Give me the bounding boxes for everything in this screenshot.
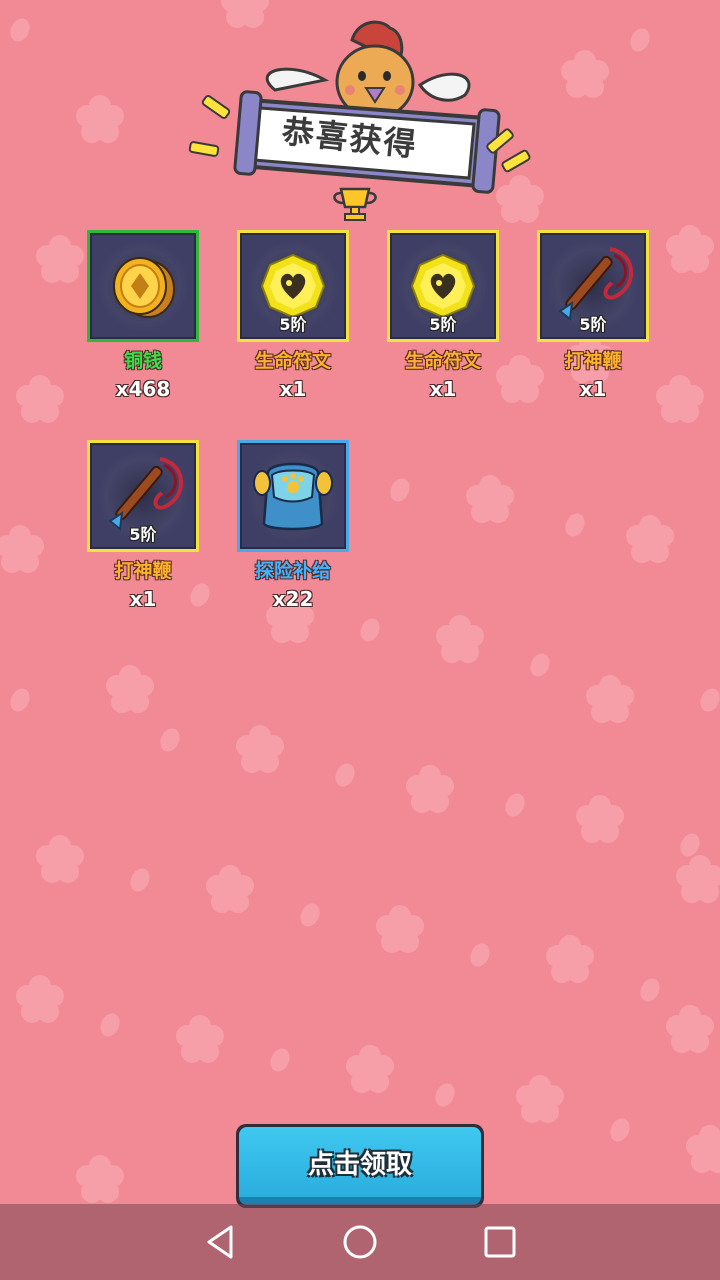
reward-tile[interactable]	[87, 230, 199, 342]
reward-item[interactable]: 5阶 打神鞭 x1	[518, 230, 668, 401]
back-icon	[207, 1225, 233, 1259]
wing-right-icon	[417, 72, 471, 102]
reward-item[interactable]: 铜钱 x468	[68, 230, 218, 401]
reward-tier: 5阶	[429, 315, 457, 334]
reward-quantity: x22	[272, 587, 314, 611]
reward-tier: 5阶	[579, 315, 607, 334]
reward-name: 打神鞭	[564, 350, 622, 372]
reward-tier: 5阶	[129, 525, 157, 544]
reward-quantity: x1	[129, 587, 157, 611]
claim-button-label: 点击领取	[239, 1127, 481, 1205]
copper-coin-icon	[113, 257, 175, 318]
rooster-mascot-icon	[335, 20, 415, 120]
claim-button[interactable]: 点击领取	[236, 1124, 484, 1208]
supply-backpack-icon	[253, 462, 333, 531]
reward-tier: 5阶	[279, 315, 307, 334]
reward-tile[interactable]: 5阶	[537, 230, 649, 342]
reward-quantity: x1	[429, 377, 457, 401]
nav-home-button[interactable]	[330, 1212, 390, 1272]
reward-tile[interactable]: 5阶	[387, 230, 499, 342]
reward-quantity: x1	[579, 377, 607, 401]
reward-name: 打神鞭	[114, 560, 172, 582]
nav-recents-button[interactable]	[470, 1212, 530, 1272]
reward-name: 生命符文	[254, 350, 331, 372]
recents-icon	[484, 1226, 516, 1258]
reward-quantity: x468	[115, 377, 171, 401]
nav-back-button[interactable]	[190, 1212, 250, 1272]
reward-name: 铜钱	[123, 350, 162, 372]
reward-name: 生命符文	[404, 350, 481, 372]
reward-tile[interactable]: 5阶	[87, 440, 199, 552]
wing-left-icon	[265, 67, 330, 92]
home-icon	[343, 1225, 377, 1259]
reward-quantity: x1	[279, 377, 307, 401]
system-nav-bar	[0, 1204, 720, 1280]
reward-item[interactable]: 5阶 打神鞭 x1	[68, 440, 218, 611]
reward-name: 探险补给	[254, 560, 331, 582]
reward-item[interactable]: 5阶 生命符文 x1	[218, 230, 368, 401]
reward-tile[interactable]: 5阶	[237, 230, 349, 342]
trophy-icon	[333, 187, 377, 221]
reward-item[interactable]: 探险补给 x22	[218, 440, 368, 611]
reward-item[interactable]: 5阶 生命符文 x1	[368, 230, 518, 401]
reward-tile[interactable]	[237, 440, 349, 552]
